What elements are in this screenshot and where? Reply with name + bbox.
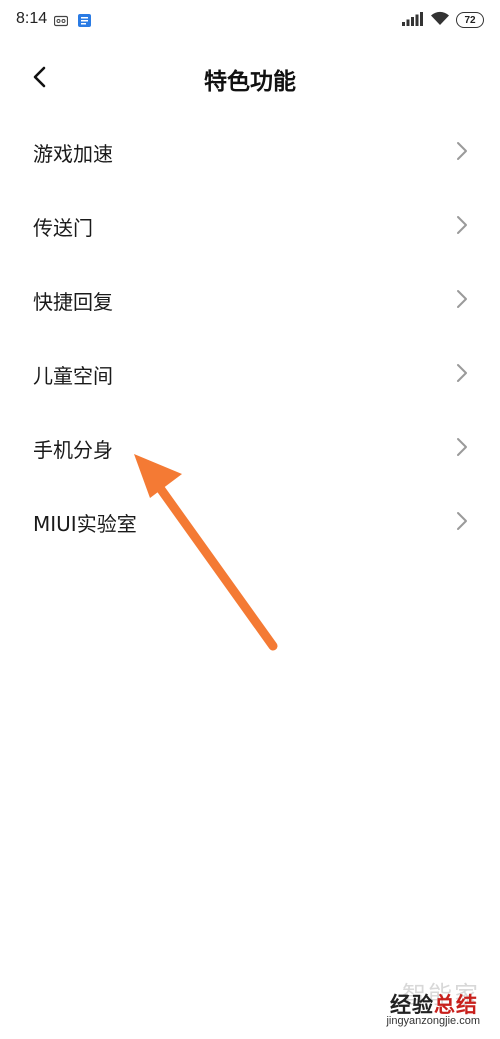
chevron-right-icon: [456, 289, 468, 309]
list-item-label: 快捷回复: [33, 290, 113, 314]
list-item-portal[interactable]: 传送门: [0, 188, 500, 262]
chevron-right-icon: [456, 141, 468, 161]
chevron-right-icon: [456, 511, 468, 531]
list-item-quick-reply[interactable]: 快捷回复: [0, 262, 500, 336]
list-item-label: 儿童空间: [33, 364, 113, 388]
status-bar: 8:14 72: [0, 0, 500, 44]
app-notification-icon: [78, 12, 92, 27]
voicemail-icon: [53, 12, 69, 27]
list-item-label: 游戏加速: [33, 142, 113, 166]
list-item-kids-space[interactable]: 儿童空间: [0, 336, 500, 410]
watermark-logo: 智能家 经验总结 jingyanzongjie.com: [348, 975, 488, 1031]
status-right-group: 72: [402, 10, 484, 30]
watermark-line2-b: 总结: [434, 993, 478, 1017]
list-item-label: 手机分身: [33, 438, 113, 462]
watermark-line2-a: 经验: [390, 993, 434, 1017]
top-app-bar: 特色功能: [0, 52, 500, 102]
signal-icon: [402, 11, 424, 30]
battery-indicator: 72: [456, 12, 484, 28]
wifi-icon: [430, 11, 450, 30]
list-item-label: 传送门: [33, 216, 93, 240]
annotation-arrow-icon: [120, 440, 290, 655]
status-time: 8:14: [16, 10, 48, 27]
chevron-right-icon: [456, 215, 468, 235]
page-title: 特色功能: [204, 69, 296, 95]
list-item-game-turbo[interactable]: 游戏加速: [0, 114, 500, 188]
chevron-right-icon: [456, 437, 468, 457]
watermark-url: jingyanzongjie.com: [386, 1015, 480, 1027]
chevron-right-icon: [456, 363, 468, 383]
